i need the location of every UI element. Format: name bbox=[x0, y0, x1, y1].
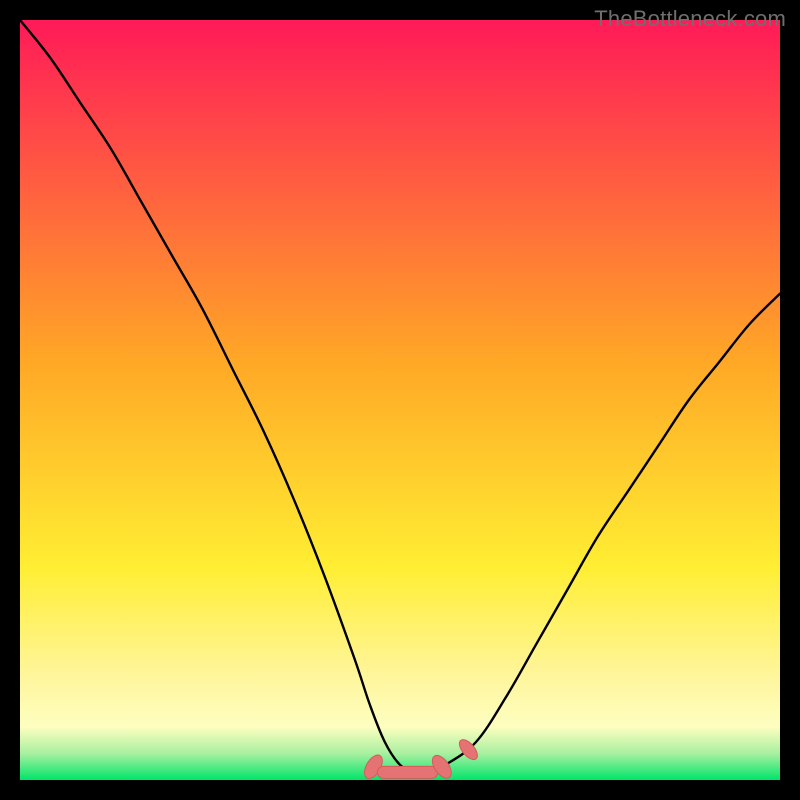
watermark-text: TheBottleneck.com bbox=[594, 6, 786, 32]
gradient-background bbox=[20, 20, 780, 780]
chart-svg bbox=[20, 20, 780, 780]
marker-flat-bar bbox=[377, 766, 437, 778]
plot-area bbox=[20, 20, 780, 780]
chart-frame: TheBottleneck.com bbox=[0, 0, 800, 800]
